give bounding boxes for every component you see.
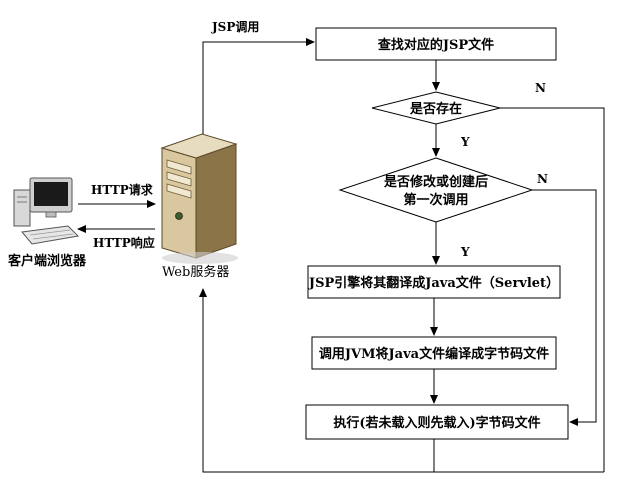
no-label-2: N [537,172,548,186]
http-request-label: HTTP请求 [91,182,154,197]
execute-box: 执行(若未载入则先载入)字节码文件 [305,404,569,440]
yes-label-1: Y [460,135,470,149]
compile-box: 调用JVM将Java文件编译成字节码文件 [311,336,557,370]
modified-label-line1: 是否修改或创建后 [383,174,488,190]
yes-label-2: Y [460,245,470,259]
return-to-server-line [199,288,604,473]
jsp-call-line [202,38,315,150]
compile-label: 调用JVM将Java文件编译成字节码文件 [319,346,549,362]
desktop-computer-icon [13,177,80,245]
jsp-call-label: JSP调用 [211,20,259,34]
exists-decision: 是否存在 [371,91,501,125]
client-label: 客户端浏览器 [8,253,87,269]
no-label-1: N [535,81,546,95]
modified-label-line2: 第一次调用 [403,192,468,208]
diagram-canvas: 查找对应的JSP文件 是否存在 是否修改或创建后 第一次调用 JSP引擎将其翻译… [8,20,605,473]
execute-label: 执行(若未载入则先载入)字节码文件 [333,415,540,431]
server-label: Web服务器 [162,264,229,280]
translate-box: JSP引擎将其翻译成Java文件（Servlet） [307,265,561,299]
translate-label: JSP引擎将其翻译成Java文件（Servlet） [308,275,559,291]
no-branch-modified [532,189,597,426]
http-response-label: HTTP响应 [93,235,155,250]
find-jsp-box: 查找对应的JSP文件 [315,27,557,61]
server-tower-icon [160,133,238,264]
modified-decision: 是否修改或创建后 第一次调用 [338,157,534,223]
find-jsp-label: 查找对应的JSP文件 [377,37,494,53]
exists-label: 是否存在 [409,101,462,117]
jsp-flow-diagram: 查找对应的JSP文件 是否存在 是否修改或创建后 第一次调用 JSP引擎将其翻译… [0,0,623,495]
